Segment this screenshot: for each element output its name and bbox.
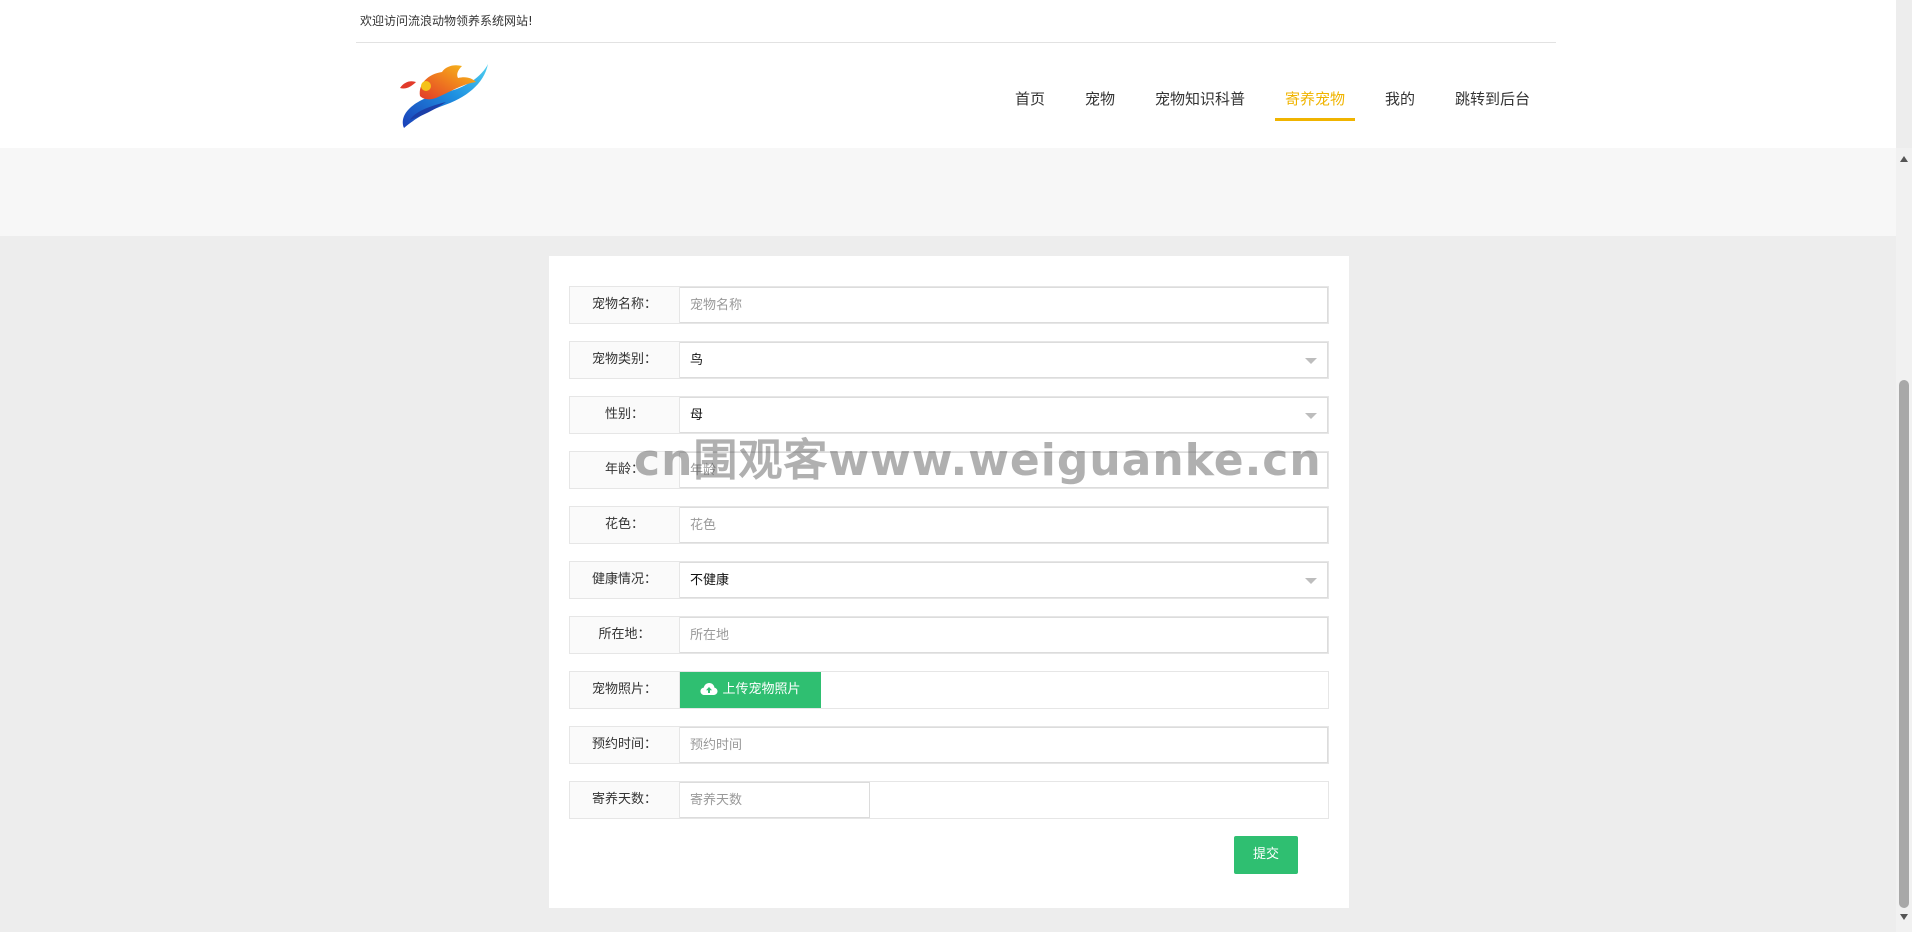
nav-home[interactable]: 首页 xyxy=(1015,88,1045,109)
field-wrapper xyxy=(680,782,870,818)
nav-mine[interactable]: 我的 xyxy=(1385,88,1415,109)
welcome-text: 欢迎访问流浪动物领养系统网站! xyxy=(360,14,533,28)
chevron-down-icon xyxy=(1305,413,1317,419)
banner xyxy=(0,148,1896,236)
field-label: 花色： xyxy=(570,507,680,543)
pet-category-select[interactable]: 鸟 xyxy=(680,342,1328,378)
scroll-down-icon[interactable] xyxy=(1900,914,1908,920)
select-value: 母 xyxy=(690,408,704,423)
field-wrapper xyxy=(680,727,1328,763)
upload-photo-button[interactable]: 上传宠物照片 xyxy=(680,672,821,708)
field-label: 宠物类别： xyxy=(570,342,680,378)
chevron-down-icon xyxy=(1305,578,1317,584)
scroll-thumb[interactable] xyxy=(1899,380,1909,908)
field-wrapper xyxy=(680,507,1328,543)
form-row-pet-category: 宠物类别： 鸟 xyxy=(569,341,1329,379)
field-label: 性别： xyxy=(570,397,680,433)
chevron-down-icon xyxy=(1305,358,1317,364)
field-wrapper xyxy=(680,452,1328,488)
field-wrapper xyxy=(680,287,1328,323)
age-input[interactable] xyxy=(680,453,1327,487)
field-label: 年龄： xyxy=(570,452,680,488)
form-row-gender: 性别： 母 xyxy=(569,396,1329,434)
scrollbar[interactable] xyxy=(1896,148,1912,932)
form-row-pet-name: 宠物名称： xyxy=(569,286,1329,324)
field-label: 所在地： xyxy=(570,617,680,653)
nav-pet-knowledge[interactable]: 宠物知识科普 xyxy=(1155,88,1245,109)
health-select[interactable]: 不健康 xyxy=(680,562,1328,598)
location-input[interactable] xyxy=(680,618,1327,652)
field-label: 宠物名称： xyxy=(570,287,680,323)
nav-admin[interactable]: 跳转到后台 xyxy=(1455,88,1530,109)
select-value: 鸟 xyxy=(690,353,704,368)
nav-foster-pets[interactable]: 寄养宠物 xyxy=(1285,88,1345,109)
field-label: 健康情况： xyxy=(570,562,680,598)
field-wrapper xyxy=(680,617,1328,653)
color-input[interactable] xyxy=(680,508,1327,542)
form-row-photo: 宠物照片： 上传宠物照片 xyxy=(569,671,1329,709)
form-row-color: 花色： xyxy=(569,506,1329,544)
upload-button-label: 上传宠物照片 xyxy=(722,682,801,697)
scroll-up-icon[interactable] xyxy=(1900,156,1908,162)
appointment-time-input[interactable] xyxy=(680,728,1327,762)
form-row-health: 健康情况： 不健康 xyxy=(569,561,1329,599)
form-row-age: 年龄： xyxy=(569,451,1329,489)
field-label: 宠物照片： xyxy=(570,672,680,708)
page: 欢迎访问流浪动物领养系统网站! 首页 宠物 宠物知识科普 寄养宠物 我的 跳转到… xyxy=(0,0,1912,932)
submit-button[interactable]: 提交 xyxy=(1234,836,1298,874)
form-row-location: 所在地： xyxy=(569,616,1329,654)
main-nav: 首页 宠物 宠物知识科普 寄养宠物 我的 跳转到后台 xyxy=(0,88,1896,124)
foster-form: 宠物名称： 宠物类别： 鸟 性别： 母 年龄： xyxy=(549,256,1349,908)
form-row-foster-days: 寄养天数： xyxy=(569,781,1329,819)
header: 欢迎访问流浪动物领养系统网站! 首页 宠物 宠物知识科普 寄养宠物 我的 跳转到… xyxy=(0,0,1896,148)
nav-active-underline xyxy=(1275,118,1355,121)
field-label: 寄养天数： xyxy=(570,782,680,818)
form-row-appointment-time: 预约时间： xyxy=(569,726,1329,764)
foster-days-input[interactable] xyxy=(680,783,869,817)
header-divider xyxy=(356,42,1556,43)
cloud-upload-icon xyxy=(700,683,718,695)
gender-select[interactable]: 母 xyxy=(680,397,1328,433)
pet-name-input[interactable] xyxy=(680,288,1327,322)
field-label: 预约时间： xyxy=(570,727,680,763)
select-value: 不健康 xyxy=(690,573,730,588)
nav-pets[interactable]: 宠物 xyxy=(1085,88,1115,109)
